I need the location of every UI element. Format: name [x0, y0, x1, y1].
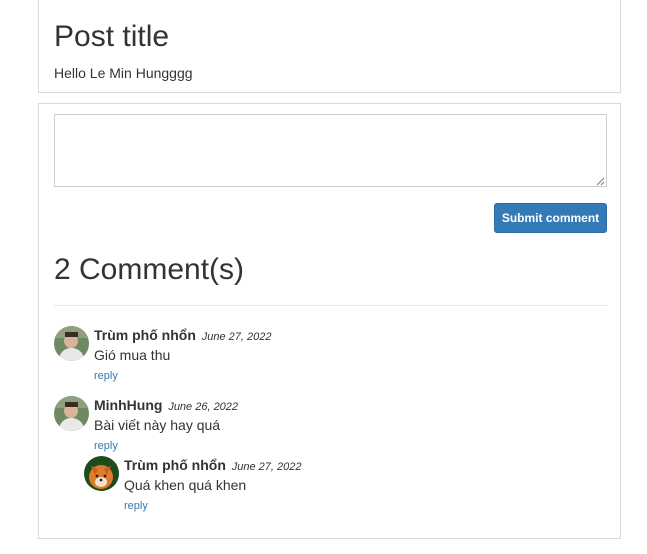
comment-text: Quá khen quá khen	[124, 477, 247, 493]
user-photo-avatar-icon	[54, 396, 89, 431]
post-body: Hello Le Min Hungggg	[54, 65, 193, 81]
reply-link[interactable]: reply	[94, 439, 118, 453]
comment-author: Trùm phố nhổn	[124, 457, 226, 473]
comments-count-heading: 2 Comment(s)	[54, 253, 245, 286]
post-title: Post title	[54, 20, 170, 53]
user-photo-avatar-icon	[54, 326, 89, 361]
post-panel: Post title Hello Le Min Hungggg	[38, 0, 621, 93]
comment-textarea[interactable]	[54, 114, 607, 187]
comment-author: Trùm phố nhổn	[94, 327, 196, 343]
resize-handle-icon[interactable]	[596, 177, 605, 186]
divider	[54, 305, 607, 306]
comment-text: Gió mua thu	[94, 347, 171, 363]
submit-comment-button[interactable]: Submit comment	[494, 203, 607, 233]
comment-author: MinhHung	[94, 397, 163, 413]
dog-photo-avatar-icon	[84, 456, 119, 491]
comment-date: June 27, 2022	[231, 461, 302, 473]
comments-panel: Submit comment 2 Comment(s) Trùm phố nhổ…	[38, 103, 621, 539]
comment-text: Bài viết này hay quá	[94, 417, 221, 433]
comment-date: June 26, 2022	[168, 401, 239, 413]
comment-date: June 27, 2022	[201, 331, 272, 343]
reply-link[interactable]: reply	[94, 369, 118, 383]
reply-link[interactable]: reply	[124, 499, 148, 513]
